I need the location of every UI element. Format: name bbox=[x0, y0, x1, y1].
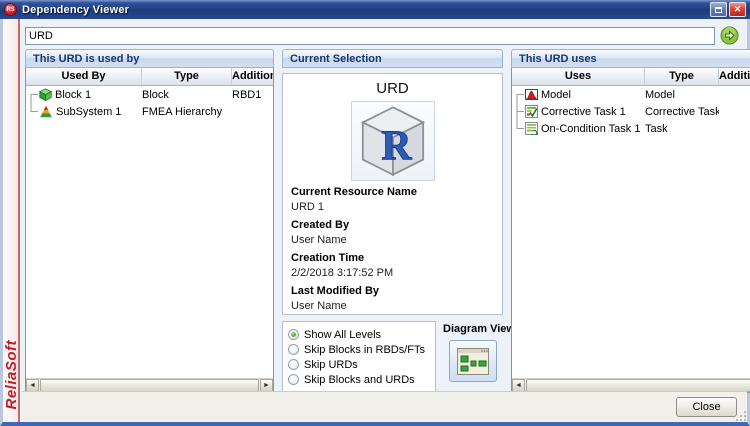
row-type: FMEA Hierarchy bbox=[142, 106, 232, 118]
dependency-viewer-window: RS Dependency Viewer ✕ ReliaSoft This UR… bbox=[0, 0, 750, 426]
uses-grid: Uses Type Additional bbox=[511, 68, 750, 393]
field-label: Creation Time bbox=[291, 252, 494, 265]
table-row[interactable]: SubSystem 1 FMEA Hierarchy bbox=[26, 103, 273, 120]
current-selection-title: Current Selection bbox=[282, 49, 503, 68]
diagram-view-icon bbox=[457, 348, 489, 375]
row-type: Task bbox=[645, 123, 719, 135]
table-row[interactable]: Corrective Task 1 Corrective Task bbox=[512, 103, 750, 120]
urd-cube-icon: R bbox=[358, 105, 428, 177]
window-title: Dependency Viewer bbox=[22, 4, 129, 16]
radio-control[interactable] bbox=[288, 329, 299, 340]
row-info: RBD1 bbox=[232, 89, 273, 101]
resource-search-input[interactable] bbox=[25, 27, 715, 45]
uses-panel-title: This URD uses bbox=[511, 49, 750, 68]
resource-info-box: URD R Current Resource Name URD 1 Create… bbox=[282, 73, 503, 315]
field-value: 2/2/2018 3:17:52 PM bbox=[291, 267, 494, 280]
option-show-all-levels[interactable]: Show All Levels bbox=[288, 327, 430, 342]
row-name: Block 1 bbox=[55, 89, 91, 101]
radio-control[interactable] bbox=[288, 374, 299, 385]
go-button[interactable] bbox=[720, 26, 739, 45]
column-header-additional[interactable]: Additional bbox=[719, 68, 750, 85]
resize-grip[interactable] bbox=[736, 411, 746, 421]
option-label: Skip Blocks in RBDs/FTs bbox=[304, 344, 425, 356]
titlebar[interactable]: RS Dependency Viewer ✕ bbox=[0, 0, 750, 19]
level-options-group: Show All Levels Skip Blocks in RBDs/FTs … bbox=[282, 321, 436, 393]
row-name: Corrective Task 1 bbox=[541, 106, 626, 118]
corrective-task-icon bbox=[525, 105, 538, 118]
column-header-used-by[interactable]: Used By bbox=[26, 68, 142, 85]
resource-type-label: URD bbox=[291, 80, 494, 97]
close-window-button[interactable]: ✕ bbox=[729, 2, 746, 17]
used-by-grid: Used By Type Additional Info bbox=[25, 68, 274, 393]
go-arrow-icon bbox=[720, 26, 739, 45]
maximize-button[interactable] bbox=[710, 2, 727, 17]
model-icon bbox=[525, 88, 538, 101]
diagram-view-label: Diagram View bbox=[443, 323, 503, 335]
row-name: On-Condition Task 1 bbox=[541, 123, 640, 135]
used-by-panel: This URD is used by Used By Type Additio… bbox=[25, 49, 274, 393]
maximize-icon bbox=[715, 7, 722, 13]
field-value: User Name bbox=[291, 234, 494, 247]
field-label: Current Resource Name bbox=[291, 186, 494, 199]
column-header-additional-info[interactable]: Additional Info bbox=[232, 68, 273, 85]
svg-text:R: R bbox=[381, 124, 412, 170]
radio-control[interactable] bbox=[288, 359, 299, 370]
tree-connector bbox=[26, 86, 39, 103]
subsystem-icon bbox=[39, 105, 53, 118]
row-type: Corrective Task bbox=[645, 106, 719, 118]
table-row[interactable]: Block 1 Block RBD1 bbox=[26, 86, 273, 103]
row-type: Block bbox=[142, 89, 232, 101]
brand-strip: ReliaSoft bbox=[3, 19, 20, 422]
column-header-uses[interactable]: Uses bbox=[512, 68, 645, 85]
block-icon bbox=[39, 88, 52, 101]
close-icon: ✕ bbox=[734, 5, 742, 14]
option-skip-blocks-and-urds[interactable]: Skip Blocks and URDs bbox=[288, 372, 430, 387]
option-label: Skip Blocks and URDs bbox=[304, 374, 415, 386]
tree-connector bbox=[512, 103, 525, 120]
option-label: Show All Levels bbox=[304, 329, 381, 341]
tree-connector bbox=[512, 120, 525, 137]
tree-connector bbox=[26, 103, 39, 120]
uses-panel: This URD uses Uses Type Additional bbox=[511, 49, 750, 393]
option-skip-blocks-rbds-fts[interactable]: Skip Blocks in RBDs/FTs bbox=[288, 342, 430, 357]
brand-logo-text: ReliaSoft bbox=[3, 340, 20, 410]
row-name: Model bbox=[541, 89, 571, 101]
content-area: This URD is used by Used By Type Additio… bbox=[22, 19, 747, 422]
option-skip-urds[interactable]: Skip URDs bbox=[288, 357, 430, 372]
on-condition-task-icon bbox=[525, 122, 538, 135]
close-button[interactable]: Close bbox=[676, 397, 737, 417]
option-label: Skip URDs bbox=[304, 359, 358, 371]
column-header-type[interactable]: Type bbox=[645, 68, 719, 85]
app-icon: RS bbox=[4, 3, 17, 16]
current-selection-panel: Current Selection URD R Current Resource… bbox=[282, 49, 503, 393]
field-value: URD 1 bbox=[291, 201, 494, 214]
urd-cube-frame: R bbox=[351, 101, 435, 181]
bottom-bar: Close bbox=[22, 391, 747, 422]
row-name: SubSystem 1 bbox=[56, 106, 121, 118]
field-label: Last Modified By bbox=[291, 285, 494, 298]
table-row[interactable]: On-Condition Task 1 Task bbox=[512, 120, 750, 137]
row-type: Model bbox=[645, 89, 719, 101]
used-by-panel-title: This URD is used by bbox=[25, 49, 274, 68]
horizontal-scrollbar[interactable]: ◄ ► bbox=[26, 378, 273, 392]
diagram-view-button[interactable] bbox=[449, 340, 497, 382]
tree-connector bbox=[512, 86, 525, 103]
column-header-type[interactable]: Type bbox=[142, 68, 232, 85]
radio-control[interactable] bbox=[288, 344, 299, 355]
field-label: Created By bbox=[291, 219, 494, 232]
horizontal-scrollbar[interactable]: ◄ ► bbox=[512, 378, 750, 392]
table-row[interactable]: Model Model bbox=[512, 86, 750, 103]
field-value: User Name bbox=[291, 300, 494, 313]
